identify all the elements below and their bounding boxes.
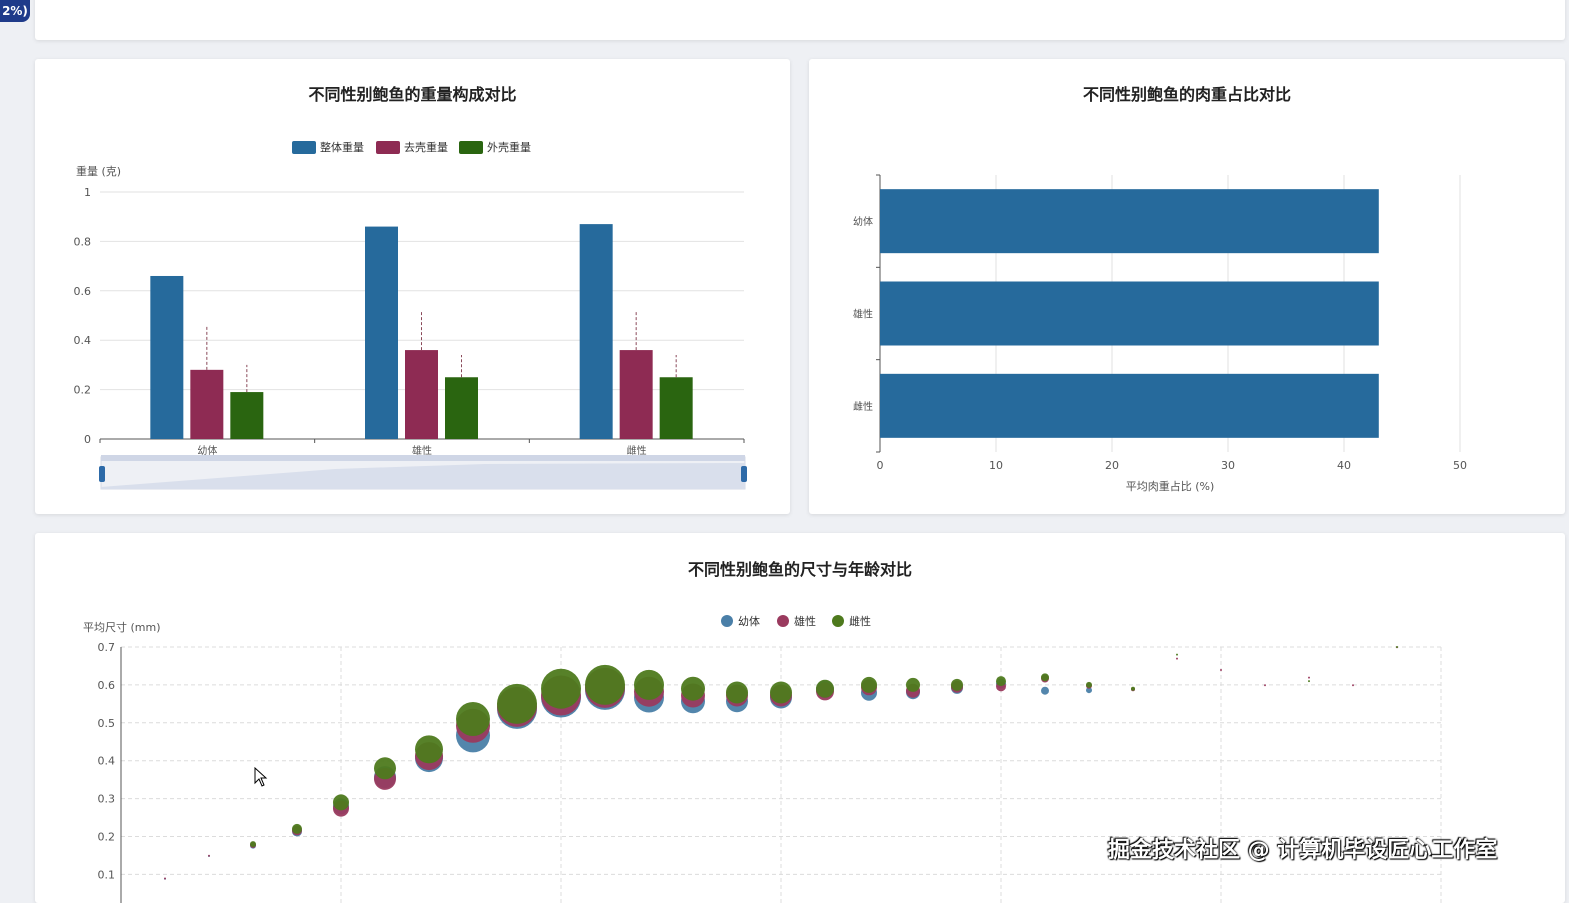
x-tick-label-5: 50 <box>1453 459 1467 472</box>
y-tick-label-1: 0.2 <box>98 831 116 844</box>
point-2-16 <box>861 676 877 693</box>
bar-1-1 <box>405 350 438 439</box>
y-tick-label-6: 0.7 <box>98 641 116 654</box>
y-tick-label-3: 0.4 <box>98 755 116 768</box>
bar-1-0 <box>190 369 224 439</box>
point-2-7 <box>456 702 490 737</box>
y-tick-label-3: 0.6 <box>74 285 92 298</box>
watermark-text: 掘金技术社区 @ 计算机毕设匠心工作室 <box>1108 838 1498 863</box>
mouse-cursor-icon <box>254 766 268 787</box>
bar-2 <box>880 373 1379 438</box>
point-2-15 <box>816 679 834 698</box>
point-2-14 <box>770 681 792 704</box>
y-tick-label-5: 0.6 <box>98 679 116 692</box>
point-2-26 <box>1308 680 1310 683</box>
point-2-18 <box>951 678 963 691</box>
point-2-12 <box>681 676 705 701</box>
weight-chart-card: 不同性别鲍鱼的重量构成对比 整体重量 去壳重量 外壳重量 重量 (克) 0 0.2 0.4 0… <box>35 59 790 514</box>
legend-label-1: 雄性 <box>794 614 816 628</box>
y-tick-label-4: 0.8 <box>74 235 92 248</box>
point-2-22 <box>1131 686 1135 691</box>
legend-marker-2 <box>832 615 844 627</box>
y-tick-label-0: 幼体 <box>853 215 873 228</box>
point-2-23 <box>1176 653 1178 656</box>
y-tick-label-1: 0.2 <box>74 384 92 397</box>
point-1-24 <box>1220 669 1222 672</box>
y-tick-label-2: 0.4 <box>74 334 92 347</box>
y-tick-label-2: 0.3 <box>98 793 116 806</box>
point-2-20 <box>1041 673 1049 682</box>
legend-label-0: 整体重量 <box>320 140 364 154</box>
meat-ratio-chart-svg: 0 10 20 30 40 50 平均肉重占比 (%) 幼体雄性雌性 <box>853 174 1467 493</box>
y-tick-label-0: 0.1 <box>98 868 116 881</box>
legend-label-1: 去壳重量 <box>404 140 448 154</box>
y-axis-label: 重量 (克) <box>76 164 121 178</box>
legend-label-0: 幼体 <box>738 614 760 628</box>
y-tick-label-0: 0 <box>84 433 91 446</box>
point-2-6 <box>415 735 443 764</box>
y-tick-label-2: 雌性 <box>853 400 873 413</box>
bar-1-2 <box>619 350 653 439</box>
datazoom-handle-right <box>741 466 747 482</box>
bar-0-0 <box>150 275 184 439</box>
legend-swatch-2 <box>459 141 483 154</box>
y-tick-label-4: 0.5 <box>98 717 116 730</box>
point-2-4 <box>333 794 349 811</box>
x-tick-label-0: 0 <box>877 459 884 472</box>
datazoom-handle-left <box>99 466 105 482</box>
point-1-1 <box>208 854 210 857</box>
x-axis-label: 平均肉重占比 (%) <box>1126 479 1215 493</box>
legend-swatch-0 <box>292 141 316 154</box>
bar-1 <box>880 281 1379 346</box>
top-panel <box>35 0 1565 40</box>
y-tick-label-5: 1 <box>84 186 91 199</box>
bar-2-1 <box>445 377 478 439</box>
legend-label-2: 雌性 <box>849 614 871 628</box>
point-2-28 <box>1396 646 1398 648</box>
point-2-11 <box>634 669 664 700</box>
bar-0-2 <box>579 224 613 439</box>
bar-0 <box>880 189 1379 254</box>
x-tick-label-3: 30 <box>1221 459 1235 472</box>
meat-ratio-chart-card: 不同性别鲍鱼的肉重占比对比 0 10 20 30 40 50 平均肉重占比 (%) 幼体 雄性雌… <box>809 59 1565 514</box>
point-1-23 <box>1176 657 1178 660</box>
point-2-3 <box>292 823 302 834</box>
point-2-19 <box>996 676 1006 687</box>
point-2-9 <box>541 668 581 709</box>
legend-swatch-1 <box>376 141 400 154</box>
x-tick-label-4: 40 <box>1337 459 1351 472</box>
datazoom-top-bar <box>101 455 745 461</box>
point-2-17 <box>906 677 920 692</box>
legend-label-2: 外壳重量 <box>487 140 531 154</box>
bar-0-1 <box>365 226 398 439</box>
point-0-20 <box>1041 686 1049 695</box>
point-1-27 <box>1352 684 1354 687</box>
x-tick-label-2: 20 <box>1105 459 1119 472</box>
point-1-26 <box>1308 676 1310 679</box>
bar-2-0 <box>230 392 264 439</box>
overlay-badge: 2%) <box>0 0 30 22</box>
x-tick-label-1: 10 <box>989 459 1003 472</box>
y-tick-label-1: 雄性 <box>853 308 873 321</box>
point-2-13 <box>726 681 748 704</box>
bar-2-2 <box>659 377 693 439</box>
weight-chart-svg: 整体重量 去壳重量 外壳重量重量 (克)00.20.40.60.81幼体 雄性 雌性 <box>74 140 747 490</box>
point-2-10 <box>585 664 625 705</box>
point-2-5 <box>374 757 396 780</box>
y-axis-label: 平均尺寸 (mm) <box>83 620 161 634</box>
legend-marker-0 <box>721 615 733 627</box>
legend-marker-1 <box>777 615 789 627</box>
point-1-0 <box>164 877 166 880</box>
point-1-25 <box>1264 684 1266 687</box>
point-2-8 <box>497 683 537 724</box>
point-2-21 <box>1086 681 1092 688</box>
point-2-2 <box>250 841 256 848</box>
